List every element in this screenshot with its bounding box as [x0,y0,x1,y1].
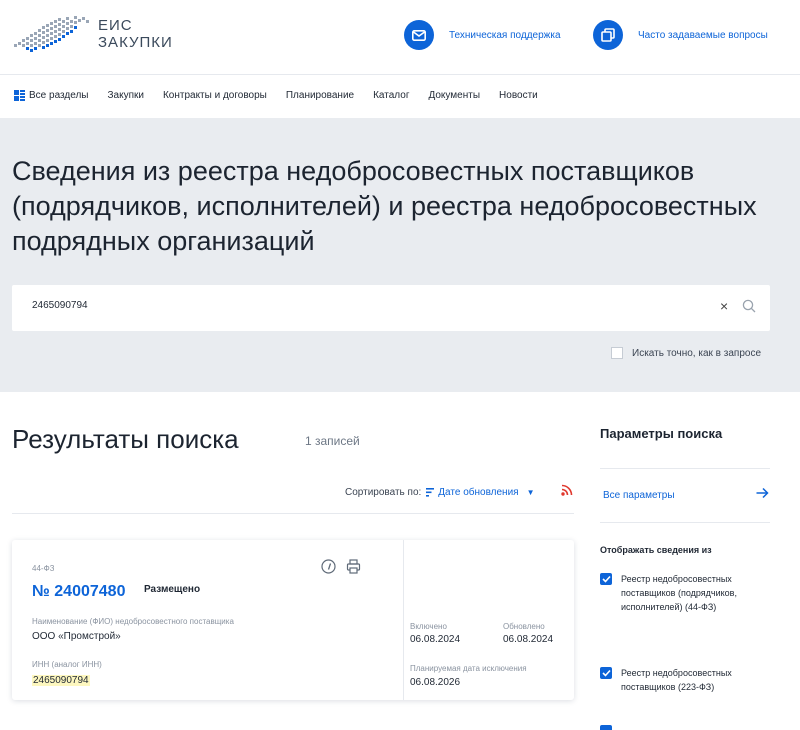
nav-all-sections-label: Все разделы [29,90,89,101]
inn-label: ИНН (аналог ИНН) [32,660,102,669]
sort-icon [426,488,435,497]
checkbox-checked-icon[interactable] [600,725,612,730]
all-params-link[interactable]: Все параметры [603,490,675,501]
nav-item-contracts[interactable]: Контракты и договоры [163,90,267,101]
supplier-value: ООО «Промстрой» [32,631,121,642]
exact-search-checkbox[interactable] [611,347,623,359]
results-divider [12,513,574,514]
included-value: 06.08.2024 [410,634,461,645]
results-count: 1 записей [305,434,360,448]
header-divider [0,74,800,75]
eis-logo-icon[interactable] [12,14,94,58]
planned-exclusion-value: 06.08.2026 [410,677,461,688]
updated-value: 06.08.2024 [503,634,554,645]
show-from-label: Отображать сведения из [600,545,712,555]
registry-option-label: Реестр недобросовестных поставщиков (под… [621,574,737,612]
sort-value[interactable]: Дате обновления [438,487,518,498]
sort-control[interactable]: Сортировать по: Дате обновления ▼ [345,487,535,498]
results-title: Результаты поиска [12,424,239,454]
checkbox-checked-icon[interactable] [600,667,612,679]
logo-text[interactable]: ЕИС ЗАКУПКИ [98,17,173,51]
checkbox-checked-icon[interactable] [600,573,612,585]
info-icon[interactable] [321,559,336,574]
header: ЕИС ЗАКУПКИ Техническая поддержка Часто … [0,0,800,74]
inn-value: 2465090794 [32,675,90,686]
arrow-right-icon[interactable] [756,487,769,499]
registry-option-44fz[interactable]: Реестр недобросовестных поставщиков (под… [600,572,751,614]
exact-search-label: Искать точно, как в запросе [632,347,761,359]
rss-icon[interactable] [561,484,573,496]
nav-item-catalog[interactable]: Каталог [373,90,409,101]
faq-icon [593,20,623,50]
result-card: 44-ФЗ № 24007480 Размещено Наименование … [12,540,574,700]
card-divider [403,540,404,700]
nav-item-purchases[interactable]: Закупки [107,90,143,101]
law-tag: 44-ФЗ [32,564,55,573]
logo-line1: ЕИС [98,17,133,34]
logo-line2: ЗАКУПКИ [98,34,173,51]
search-params-title: Параметры поиска [600,426,723,441]
page-title: Сведения из реестра недобросовестных пос… [12,156,757,256]
hero-section: Сведения из реестра недобросовестных пос… [0,118,800,392]
faq-label: Часто задаваемые вопросы [638,29,768,41]
nav-item-planning[interactable]: Планирование [286,90,354,101]
status-badge: Размещено [144,584,201,595]
panel-divider-bottom [600,522,770,523]
support-label: Техническая поддержка [449,29,561,41]
sort-label: Сортировать по: [345,487,422,498]
nav-item-news[interactable]: Новости [499,90,538,101]
panel-divider-top [600,468,770,469]
sections-icon [14,90,25,101]
supplier-label: Наименование (ФИО) недобросовестного пос… [32,617,234,626]
exact-search-toggle[interactable]: Искать точно, как в запросе [611,347,761,359]
card-actions [321,559,371,574]
faq-link[interactable]: Часто задаваемые вопросы [593,20,768,50]
nav-item-documents[interactable]: Документы [428,90,480,101]
search-input[interactable] [32,300,632,311]
clear-icon[interactable]: × [720,298,728,314]
updated-label: Обновлено [503,622,545,631]
support-link[interactable]: Техническая поддержка [404,20,561,50]
included-label: Включено [410,622,447,631]
registry-option-223fz[interactable]: Реестр недобросовестных поставщиков (223… [600,666,751,694]
search-icon[interactable] [742,299,756,313]
registry-option-label: Реестр недобросовестных поставщиков (223… [621,668,732,692]
search-box: × [12,285,770,331]
mail-icon [404,20,434,50]
planned-exclusion-label: Планируемая дата исключения [410,664,527,673]
print-icon[interactable] [346,559,361,574]
nav-all-sections[interactable]: Все разделы [14,90,88,101]
chevron-down-icon[interactable]: ▼ [527,488,535,497]
main-nav: Все разделы Закупки Контракты и договоры… [14,90,557,101]
registry-number-link[interactable]: № 24007480 [32,583,125,601]
